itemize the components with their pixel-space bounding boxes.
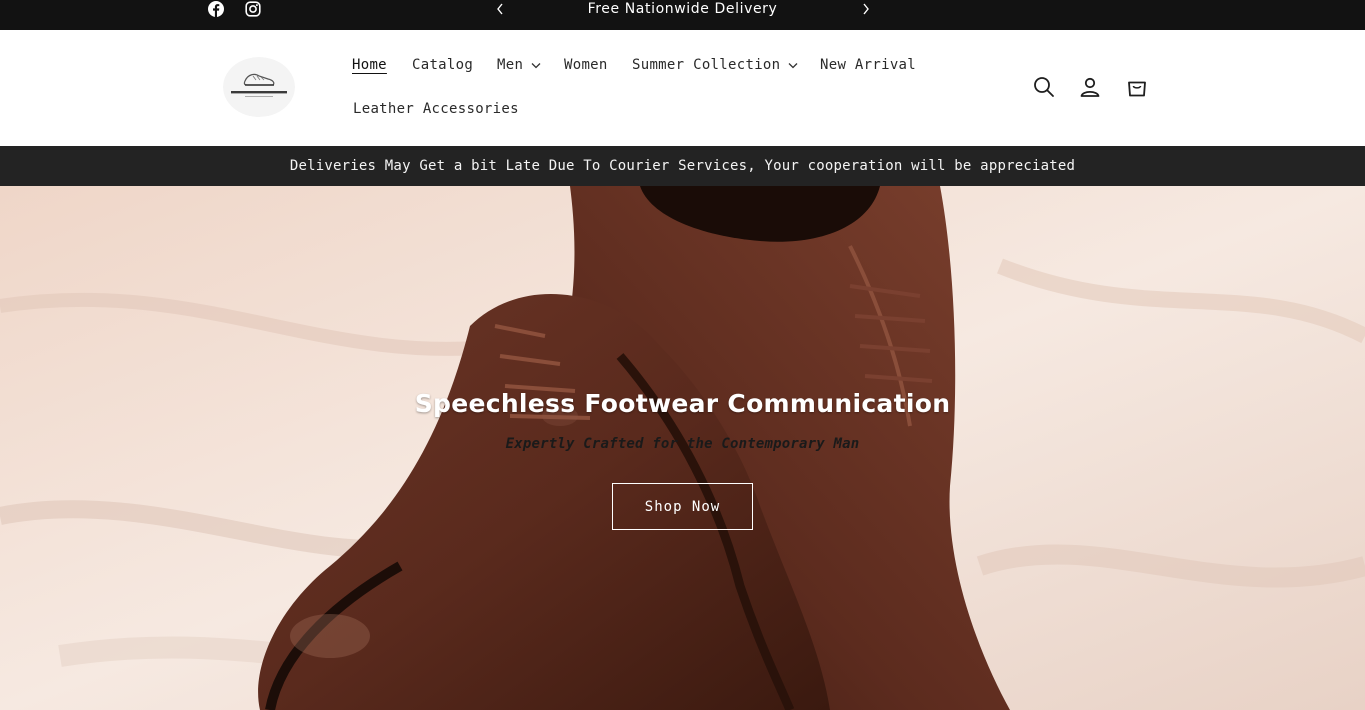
instagram-icon[interactable] <box>245 0 261 18</box>
cart-button[interactable] <box>1125 75 1151 101</box>
announcement-text: Free Nationwide Delivery <box>587 1 778 17</box>
announcement-bar: Free Nationwide Delivery <box>0 0 1365 30</box>
chevron-down-icon <box>788 56 798 74</box>
nav-new-arrival[interactable]: New Arrival <box>820 56 916 74</box>
cart-icon <box>1128 81 1146 97</box>
nav-women[interactable]: Women <box>564 56 608 74</box>
nav-men[interactable]: Men <box>497 56 541 74</box>
announcement-next-button[interactable] <box>858 0 874 18</box>
chevron-right-icon <box>863 3 869 15</box>
site-logo[interactable] <box>223 57 295 117</box>
nav-catalog[interactable]: Catalog <box>412 56 473 74</box>
nav-summer-collection[interactable]: Summer Collection <box>632 56 798 74</box>
notice-text: Deliveries May Get a bit Late Due To Cou… <box>289 158 1076 174</box>
account-button[interactable] <box>1078 75 1104 101</box>
announcement-prev-button[interactable] <box>492 0 508 18</box>
chevron-left-icon <box>497 3 503 15</box>
account-icon <box>1080 77 1100 97</box>
shop-now-button[interactable]: Shop Now <box>612 483 753 530</box>
nav-home[interactable]: Home <box>352 56 387 74</box>
hero-title: Speechless Footwear Communication <box>414 389 951 418</box>
hero-banner: Speechless Footwear Communication Expert… <box>0 186 1365 710</box>
facebook-icon[interactable] <box>208 0 224 18</box>
chevron-down-icon <box>531 56 541 74</box>
search-icon <box>1034 77 1054 97</box>
site-header: Home Catalog Men Women Summer Collection… <box>0 30 1365 146</box>
search-button[interactable] <box>1032 75 1058 101</box>
nav-leather-accessories[interactable]: Leather Accessories <box>353 100 519 118</box>
notice-bar: Deliveries May Get a bit Late Due To Cou… <box>0 146 1365 186</box>
hero-subtitle: Expertly Crafted for the Contemporary Ma… <box>505 436 860 452</box>
